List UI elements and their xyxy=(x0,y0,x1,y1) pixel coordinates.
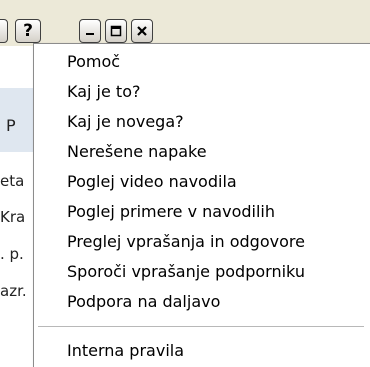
help-question-icon: ? xyxy=(23,21,33,41)
minimize-icon xyxy=(86,33,94,35)
background-text: eta xyxy=(0,172,25,190)
menu-separator xyxy=(38,326,364,327)
menu-item-ask-support[interactable]: Sporoči vprašanje podporniku xyxy=(67,258,305,286)
menu-item-help[interactable]: Pomoč xyxy=(67,48,120,76)
background-text: P xyxy=(6,116,16,135)
menu-item-video-guides[interactable]: Poglej video navodila xyxy=(67,168,237,196)
background-text: . p. xyxy=(0,245,24,263)
toolbar-button-partial[interactable] xyxy=(0,19,8,43)
help-button[interactable]: ? xyxy=(15,19,41,43)
background-text: Kra xyxy=(0,208,26,226)
maximize-icon xyxy=(110,25,122,37)
close-icon xyxy=(137,26,147,36)
background-text: azr. xyxy=(0,282,27,300)
menu-item-what-is-this[interactable]: Kaj je to? xyxy=(67,78,140,106)
menu-item-guide-examples[interactable]: Poglej primere v navodilih xyxy=(67,198,275,226)
close-button[interactable] xyxy=(131,19,153,43)
minimize-button[interactable] xyxy=(79,19,101,43)
maximize-button[interactable] xyxy=(105,19,127,43)
window-titlebar: ? xyxy=(0,0,370,46)
help-context-menu: Pomoč Kaj je to? Kaj je novega? Nerešene… xyxy=(33,43,370,367)
menu-item-unresolved-bugs[interactable]: Nerešene napake xyxy=(67,138,207,166)
menu-item-whats-new[interactable]: Kaj je novega? xyxy=(67,108,184,136)
menu-item-internal-rules[interactable]: Interna pravila xyxy=(67,337,184,365)
menu-item-remote-support[interactable]: Podpora na daljavo xyxy=(67,288,220,316)
menu-item-faq[interactable]: Preglej vprašanja in odgovore xyxy=(67,228,305,256)
